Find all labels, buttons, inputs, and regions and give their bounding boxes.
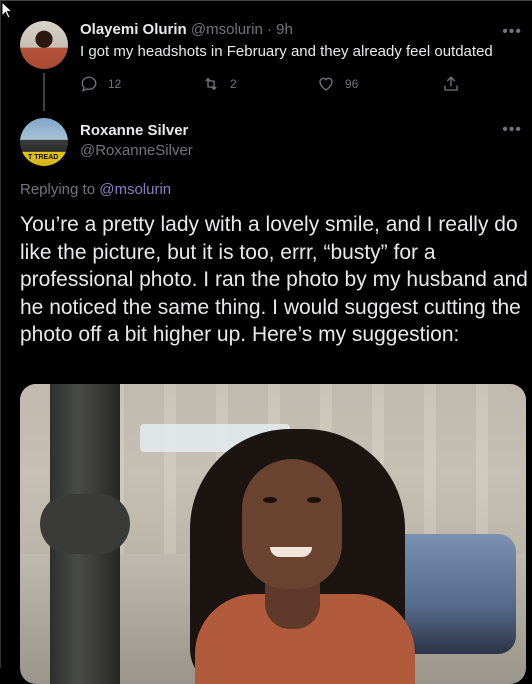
replying-to-line: Replying to @msolurin bbox=[20, 181, 171, 198]
reply-handle[interactable]: @RoxanneSilver bbox=[80, 142, 193, 159]
parent-handle-time[interactable]: @msolurin · 9h bbox=[191, 21, 293, 38]
retweet-button[interactable]: 2 bbox=[202, 75, 237, 93]
replying-prefix: Replying to bbox=[20, 181, 96, 198]
like-button[interactable]: 96 bbox=[317, 75, 358, 93]
like-icon bbox=[319, 77, 333, 91]
photo-subject-eye-right bbox=[307, 497, 321, 503]
avatar-olayemi[interactable] bbox=[20, 21, 68, 69]
share-button[interactable] bbox=[442, 75, 460, 93]
parent-action-bar: 12 2 96 bbox=[80, 75, 460, 97]
retweet-count: 2 bbox=[230, 77, 237, 91]
reply-count: 12 bbox=[108, 77, 122, 91]
thread-connector bbox=[43, 73, 45, 111]
photo-subject-smile bbox=[270, 547, 312, 557]
reply-button[interactable]: 12 bbox=[80, 75, 121, 93]
reply-tweet-text: You’re a pretty lady with a lovely smile… bbox=[20, 213, 528, 346]
reply-icon bbox=[81, 76, 97, 93]
retweet-icon bbox=[205, 77, 217, 91]
like-count: 96 bbox=[345, 77, 359, 91]
photo-lamp-pole-detail bbox=[40, 494, 130, 554]
parent-display-name[interactable]: Olayemi Olurin bbox=[80, 21, 187, 38]
mouse-cursor-icon bbox=[1, 1, 13, 19]
tweet-photo[interactable] bbox=[20, 384, 526, 684]
share-icon bbox=[444, 76, 458, 91]
reply-display-name[interactable]: Roxanne Silver bbox=[80, 122, 188, 139]
photo-subject-eye-left bbox=[263, 497, 277, 503]
avatar-flag-text: T TREAD bbox=[28, 154, 59, 161]
photo-subject-face bbox=[242, 459, 342, 589]
avatar-roxanne[interactable]: T TREAD bbox=[20, 118, 68, 166]
parent-tweet-header: Olayemi Olurin @msolurin · 9h bbox=[80, 21, 293, 38]
replying-to-link[interactable]: @msolurin bbox=[99, 181, 171, 198]
parent-more-icon[interactable]: ••• bbox=[502, 23, 522, 41]
parent-tweet-text: I got my headshots in February and they … bbox=[80, 43, 493, 60]
reply-more-icon[interactable]: ••• bbox=[502, 121, 522, 139]
tweet-thread: Olayemi Olurin @msolurin · 9h ••• I got … bbox=[0, 0, 532, 684]
